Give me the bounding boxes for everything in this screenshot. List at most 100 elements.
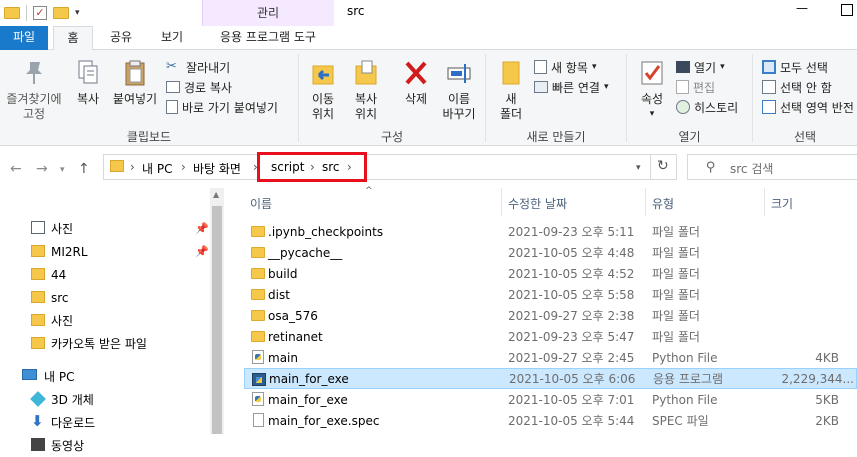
invert-selection-button[interactable]: 선택 영역 반전 [762, 97, 854, 117]
maximize-icon[interactable] [841, 4, 853, 16]
column-date[interactable]: 수정한 날짜 [508, 195, 567, 212]
select-small-buttons: 모두 선택 선택 안 함 선택 영역 반전 [762, 57, 854, 117]
nav-item-44[interactable]: 44 [0, 263, 224, 286]
properties-icon [641, 61, 663, 85]
file-date: 2021-10-05 오후 4:48 [508, 246, 635, 260]
customize-toolbar-icon[interactable]: ▾ [75, 8, 80, 18]
new-item-button[interactable]: 새 항목 ▾ [534, 57, 609, 77]
forward-arrow-icon[interactable]: → [36, 161, 48, 177]
table-row[interactable]: osa_576 2021-09-27 오후 2:38 파일 폴더 [244, 305, 857, 326]
chevron-right-icon[interactable]: › [181, 160, 186, 174]
nav-item-mi2rl[interactable]: MI2RL 📌 [0, 240, 224, 263]
table-row[interactable]: main_for_exe 2021-10-05 오후 7:01 Python Fil… [244, 389, 857, 410]
tab-home[interactable]: 홈 [53, 26, 93, 51]
table-row[interactable]: dist 2021-10-05 오후 5:58 파일 폴더 [244, 284, 857, 305]
file-type: 파일 폴더 [652, 330, 700, 344]
file-size: 2,229,344... [781, 371, 854, 386]
table-row[interactable]: build 2021-10-05 오후 4:52 파일 폴더 [244, 263, 857, 284]
new-small-buttons: 새 항목 ▾ 빠른 연결 ▾ [534, 57, 609, 97]
easy-access-icon [534, 81, 548, 93]
scroll-up-icon[interactable]: ▲ [213, 190, 219, 199]
open-icon [676, 61, 690, 73]
new-folder-icon[interactable] [53, 7, 69, 19]
refresh-icon[interactable]: ↻ [657, 158, 669, 174]
breadcrumb-desktop[interactable]: 바탕 화면 [193, 160, 241, 177]
delete-button[interactable]: 삭제 [396, 58, 436, 107]
divider [650, 155, 651, 179]
new-folder-button[interactable]: 새 폴더 [494, 58, 528, 122]
column-name[interactable]: 이름 [250, 195, 272, 212]
column-size[interactable]: 크기 [771, 195, 793, 212]
nav-item-pictures-folder[interactable]: 사진 [0, 309, 224, 332]
nav-item-label: src [51, 290, 69, 305]
paste-button[interactable]: 붙여넣기 [108, 58, 162, 107]
nav-item-label: 다운로드 [51, 416, 96, 430]
back-arrow-icon[interactable]: ← [10, 161, 22, 177]
nav-item-this-pc[interactable]: 내 PC [0, 365, 224, 388]
cut-button[interactable]: ✂ 잘라내기 [166, 57, 278, 77]
tab-view[interactable]: 보기 [152, 26, 192, 50]
table-row[interactable]: __pycache__ 2021-10-05 오후 4:48 파일 폴더 [244, 242, 857, 263]
nav-item-pictures[interactable]: 사진 📌 [0, 217, 224, 240]
table-row[interactable]: retinanet 2021-09-23 오후 5:47 파일 폴더 [244, 326, 857, 347]
file-name: main [268, 350, 298, 365]
select-none-button[interactable]: 선택 안 함 [762, 77, 854, 97]
folder-icon [251, 308, 265, 322]
folder-icon [31, 268, 45, 280]
pin-icon[interactable]: 📌 [195, 245, 209, 258]
pin-icon[interactable]: 📌 [195, 222, 209, 235]
select-none-icon [762, 80, 776, 94]
python-file-icon [251, 350, 265, 364]
up-arrow-icon[interactable]: ↑ [78, 161, 90, 177]
pin-to-quick-access-button[interactable]: 즐겨찾기에 고정 [2, 58, 66, 122]
file-date: 2021-09-23 오후 5:47 [508, 330, 635, 344]
tab-share[interactable]: 공유 [104, 26, 138, 50]
address-dropdown-icon[interactable]: ▾ [636, 163, 641, 173]
properties-button[interactable]: 속성 ▾ [634, 58, 670, 122]
organize-group-label: 구성 [380, 130, 404, 144]
move-to-button[interactable]: 이동 위치 [302, 58, 344, 122]
open-label: 열기 [694, 60, 717, 75]
scrollbar-thumb[interactable] [212, 206, 222, 434]
minimize-icon[interactable]: — [796, 1, 808, 15]
paste-shortcut-button[interactable]: 바로 가기 붙여넣기 [166, 97, 278, 117]
tab-application-tools[interactable]: 응용 프로그램 도구 [202, 26, 334, 50]
address-bar[interactable] [103, 154, 677, 180]
copy-to-button[interactable]: 복사 위치 [345, 58, 387, 122]
file-type: 파일 폴더 [652, 246, 700, 260]
edit-button[interactable]: 편집 [676, 77, 738, 97]
rename-button[interactable]: 이름 바꾸기 [437, 58, 481, 122]
nav-item-3d-objects[interactable]: 3D 개체 [0, 388, 224, 411]
nav-item-label: 3D 개체 [51, 393, 94, 407]
nav-item-videos[interactable]: 동영상 [0, 434, 224, 457]
open-button[interactable]: 열기 ▾ [676, 57, 738, 77]
nav-item-downloads[interactable]: ⬇ 다운로드 [0, 411, 224, 434]
history-button[interactable]: 히스토리 [676, 97, 738, 117]
nav-item-kakaotalk[interactable]: 카카오톡 받은 파일 [0, 332, 224, 355]
paste-shortcut-label: 바로 가기 붙여넣기 [182, 100, 278, 115]
table-row[interactable]: main_for_exe.spec 2021-10-05 오후 5:44 SPEC … [244, 410, 857, 431]
easy-access-button[interactable]: 빠른 연결 ▾ [534, 77, 609, 97]
recent-locations-icon[interactable]: ▾ [60, 165, 65, 175]
table-row-selected[interactable]: main_for_exe 2021-10-05 오후 6:06 응용 프로그램 2,2… [244, 368, 857, 389]
column-type[interactable]: 유형 [652, 195, 674, 212]
nav-item-label: 44 [51, 267, 67, 282]
nav-item-label: 내 PC [44, 370, 75, 384]
search-input[interactable]: src 검색 [730, 160, 773, 177]
history-label: 히스토리 [694, 100, 739, 115]
properties-icon[interactable]: ✓ [33, 6, 47, 20]
chevron-right-icon[interactable]: › [130, 160, 135, 174]
tab-file[interactable]: 파일 [0, 26, 48, 50]
table-row[interactable]: .ipynb_checkpoints 2021-09-23 오후 5:11 파일 폴… [244, 221, 857, 242]
file-date: 2021-09-27 오후 2:45 [508, 351, 635, 365]
file-name: osa_576 [268, 308, 318, 323]
nav-item-src[interactable]: src [0, 286, 224, 309]
copy-path-button[interactable]: 경로 복사 [166, 77, 278, 97]
table-row[interactable]: main 2021-09-27 오후 2:45 Python File 4KB [244, 347, 857, 368]
select-all-button[interactable]: 모두 선택 [762, 57, 854, 77]
copy-button[interactable]: 복사 [70, 58, 106, 107]
sort-ascending-icon: ^ [365, 186, 373, 196]
properties-label: 속성 [640, 92, 664, 106]
breadcrumb-this-pc[interactable]: 내 PC [142, 160, 172, 177]
clipboard-group-label: 클립보드 [126, 130, 172, 144]
